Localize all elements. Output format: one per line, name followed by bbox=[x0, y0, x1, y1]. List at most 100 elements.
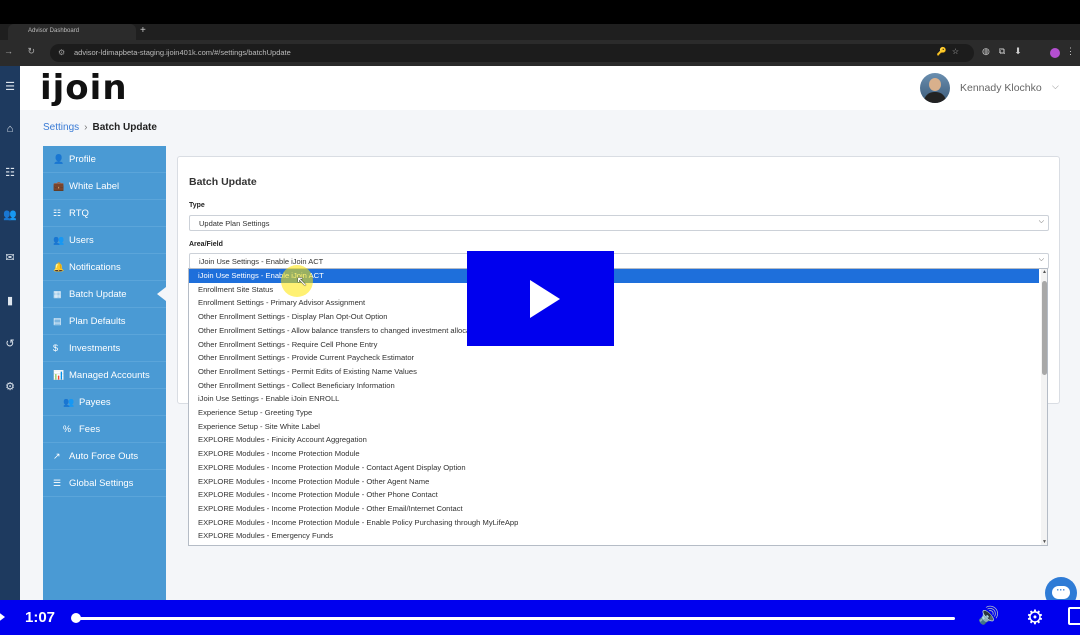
sidebar-item-label: White Label bbox=[69, 181, 120, 192]
breadcrumb-separator: › bbox=[84, 122, 88, 133]
dropdown-option[interactable]: iJoin Use Settings - Enable iJoin ENROLL bbox=[189, 392, 1039, 406]
sidebar-item-profile[interactable]: 👤 Profile bbox=[43, 146, 166, 173]
bookmark-star-icon[interactable]: 🔑☆ bbox=[937, 47, 964, 56]
chevron-down-icon[interactable]: ⌵ bbox=[1052, 81, 1059, 92]
area-field-label: Area/Field bbox=[189, 241, 223, 248]
breadcrumb-settings-link[interactable]: Settings bbox=[43, 122, 79, 133]
sliders-icon: ☰ bbox=[53, 478, 62, 488]
dropdown-option[interactable]: EXPLORE Modules - Income Protection Modu… bbox=[189, 488, 1039, 502]
play-icon bbox=[530, 280, 560, 318]
home-icon[interactable]: ⌂ bbox=[2, 123, 18, 135]
dropdown-option[interactable]: Other Enrollment Settings - Provide Curr… bbox=[189, 351, 1039, 365]
volume-icon[interactable]: 🔊 bbox=[978, 606, 999, 626]
play-icon[interactable] bbox=[0, 611, 5, 623]
dropdown-option[interactable]: EXPLORE Modules - Income Protection Modu… bbox=[189, 502, 1039, 516]
app-header: ijoin Kennady Klochko ⌵ bbox=[20, 66, 1080, 110]
sidebar-item-rtq[interactable]: ☷ RTQ bbox=[43, 200, 166, 227]
people-icon[interactable]: 👥 bbox=[2, 208, 18, 221]
video-frame: Advisor Dashboard + → ↻ ⚙ advisor-ldimap… bbox=[0, 0, 1080, 635]
mail-icon[interactable]: ✉ bbox=[2, 251, 18, 264]
address-bar[interactable]: ⚙ advisor-ldimapbeta-staging.ijoin401k.c… bbox=[50, 44, 974, 62]
profile-avatar-icon[interactable] bbox=[1050, 48, 1060, 58]
sidebar-item-notifications[interactable]: 🔔 Notifications bbox=[43, 254, 166, 281]
sidebar-item-auto-force-outs[interactable]: ↗ Auto Force Outs bbox=[43, 443, 166, 470]
browser-menu-icon[interactable]: ⋮ bbox=[1066, 46, 1075, 57]
user-name[interactable]: Kennady Klochko bbox=[960, 82, 1042, 94]
dropdown-scrollbar[interactable]: ▲ ▼ bbox=[1041, 269, 1047, 545]
new-tab-icon[interactable]: + bbox=[140, 25, 146, 36]
dropdown-option[interactable]: Enrollment Settings - Primary Advisor As… bbox=[189, 296, 1039, 310]
dropdown-option[interactable]: Experience Setup - Site White Label bbox=[189, 420, 1039, 434]
user-avatar[interactable] bbox=[920, 73, 950, 103]
dropdown-option[interactable]: Other Enrollment Settings - Require Cell… bbox=[189, 338, 1039, 352]
sidebar-item-white-label[interactable]: 💼 White Label bbox=[43, 173, 166, 200]
sidebar-item-label: Global Settings bbox=[69, 478, 134, 489]
dropdown-option[interactable]: Other Enrollment Settings - Display Plan… bbox=[189, 310, 1039, 324]
back-forward-reload-icons[interactable]: → ↻ bbox=[4, 46, 41, 57]
dropdown-option[interactable]: EXPLORE Modules - Income Protection Modu… bbox=[189, 461, 1039, 475]
settings-sidebar: 👤 Profile 💼 White Label ☷ RTQ 👥 Users 🔔 Notif… bbox=[43, 146, 166, 600]
avatar-body bbox=[924, 92, 946, 103]
dollar-icon: $ bbox=[53, 343, 59, 353]
video-progress-handle[interactable] bbox=[71, 613, 81, 623]
sidebar-item-label: Plan Defaults bbox=[69, 316, 126, 327]
mouse-cursor-icon: ↖ bbox=[296, 273, 308, 289]
percent-icon: % bbox=[63, 424, 72, 434]
extension-icons[interactable]: ◍⧉⬇ bbox=[982, 46, 1031, 57]
ijoin-logo[interactable]: ijoin bbox=[40, 68, 128, 108]
sidebar-item-label: Managed Accounts bbox=[69, 370, 150, 381]
browser-tab-bar: Advisor Dashboard + bbox=[0, 24, 1080, 40]
settings-gear-icon[interactable]: ⚙ bbox=[1026, 605, 1044, 630]
sidebar-item-investments[interactable]: $ Investments bbox=[43, 335, 166, 362]
site-info-icon[interactable]: ⚙ bbox=[58, 48, 65, 57]
sidebar-item-plan-defaults[interactable]: ▤ Plan Defaults bbox=[43, 308, 166, 335]
menu-icon[interactable]: ☰ bbox=[2, 80, 18, 93]
chevron-down-icon: ⌵ bbox=[1038, 218, 1044, 225]
settings-gear-icon[interactable]: ⚙ bbox=[2, 380, 18, 393]
scroll-down-icon[interactable]: ▼ bbox=[1041, 539, 1047, 545]
dropdown-option[interactable]: EXPLORE Modules - Income Protection Modu… bbox=[189, 516, 1039, 530]
external-link-icon: ↗ bbox=[53, 451, 61, 461]
chevron-down-icon: ⌵ bbox=[1038, 256, 1044, 263]
dropdown-option[interactable]: EXPLORE Modules - Finicity Account Aggre… bbox=[189, 433, 1039, 447]
dropdown-option[interactable]: Other Enrollment Settings - Allow balanc… bbox=[189, 324, 1039, 338]
sidebar-item-payees[interactable]: 👥 Payees bbox=[43, 389, 166, 416]
dropdown-option[interactable]: iJoin Use Settings - Enable iJoin ACT bbox=[189, 269, 1039, 283]
area-field-dropdown-list: iJoin Use Settings - Enable iJoin ACT En… bbox=[188, 268, 1048, 546]
sidebar-item-global-settings[interactable]: ☰ Global Settings bbox=[43, 470, 166, 497]
sidebar-item-batch-update[interactable]: ▦ Batch Update bbox=[43, 281, 166, 308]
avatar-head bbox=[929, 78, 941, 91]
dropdown-option[interactable]: Other Enrollment Settings - Collect Bene… bbox=[189, 379, 1039, 393]
sidebar-item-users[interactable]: 👥 Users bbox=[43, 227, 166, 254]
sidebar-item-managed-accounts[interactable]: 📊 Managed Accounts bbox=[43, 362, 166, 389]
payees-icon: 👥 bbox=[63, 397, 75, 407]
active-item-pointer bbox=[157, 287, 166, 301]
video-play-button[interactable] bbox=[467, 251, 614, 346]
dropdown-option[interactable]: EXPLORE Modules - Emergency Funds bbox=[189, 529, 1039, 543]
browser-tab[interactable]: Advisor Dashboard bbox=[8, 24, 136, 40]
dropdown-option[interactable]: EXPLORE Modules - Income Protection Modu… bbox=[189, 447, 1039, 461]
list-icon[interactable]: ☷ bbox=[2, 166, 18, 179]
sidebar-item-fees[interactable]: % Fees bbox=[43, 416, 166, 443]
type-select[interactable]: Update Plan Settings ⌵ bbox=[189, 215, 1049, 231]
fullscreen-icon[interactable] bbox=[1068, 607, 1080, 625]
area-field-select-value: iJoin Use Settings - Enable iJoin ACT bbox=[199, 257, 324, 266]
sidebar-item-label: Notifications bbox=[69, 262, 121, 273]
area-field-select[interactable]: iJoin Use Settings - Enable iJoin ACT ⌵ bbox=[189, 253, 1049, 269]
breadcrumb: Settings › Batch Update bbox=[43, 122, 157, 133]
dropdown-option[interactable]: Enrollment Site Status bbox=[189, 283, 1039, 297]
list-icon: ☷ bbox=[53, 208, 62, 218]
bar-chart-icon[interactable]: ▮ bbox=[2, 294, 18, 307]
type-select-value: Update Plan Settings bbox=[199, 219, 270, 228]
scroll-up-icon[interactable]: ▲ bbox=[1041, 269, 1047, 275]
video-progress-track[interactable] bbox=[75, 617, 955, 620]
bell-icon: 🔔 bbox=[53, 262, 65, 272]
scrollbar-thumb[interactable] bbox=[1042, 281, 1047, 375]
table-icon: ▤ bbox=[53, 316, 62, 326]
dropdown-option[interactable]: EXPLORE Modules - Income Protection Modu… bbox=[189, 475, 1039, 489]
history-icon[interactable]: ↺ bbox=[2, 337, 18, 350]
dropdown-option[interactable]: Other Enrollment Settings - Permit Edits… bbox=[189, 365, 1039, 379]
sidebar-item-label: Users bbox=[69, 235, 94, 246]
dropdown-option[interactable]: Experience Setup - Greeting Type bbox=[189, 406, 1039, 420]
type-label: Type bbox=[189, 202, 205, 209]
